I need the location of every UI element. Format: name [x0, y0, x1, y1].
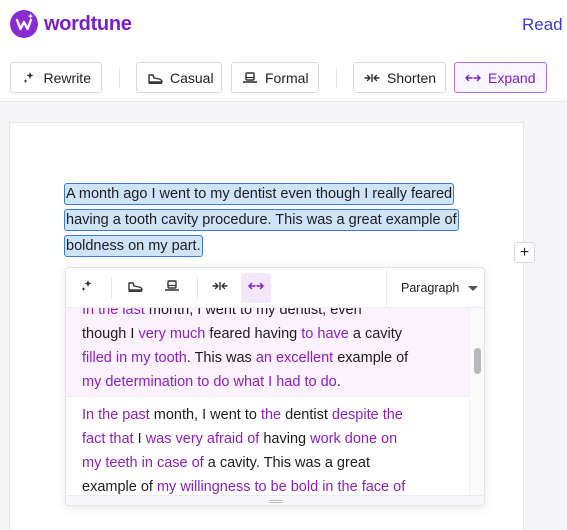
unchanged-text: having	[259, 431, 311, 447]
formal-button[interactable]: Formal	[231, 62, 319, 93]
changed-text: In the last	[82, 308, 145, 318]
shorten-arrows-icon	[211, 279, 229, 297]
suggestion-list[interactable]: In the last month, I went to my dentist,…	[66, 308, 484, 495]
suggestion-scrollbar[interactable]	[469, 308, 484, 495]
sparkle-icon	[21, 70, 37, 86]
unchanged-text: .	[336, 374, 341, 390]
chevron-down-icon	[468, 285, 479, 291]
app-header: wordtune Read &	[0, 0, 567, 52]
changed-text: to have	[301, 326, 349, 342]
grip-icon	[270, 500, 282, 503]
sparkle-icon	[80, 279, 94, 298]
unchanged-text: though I	[82, 326, 139, 342]
unchanged-text: feared having	[205, 326, 302, 342]
suggestion-item[interactable]: In the past month, I went to the dentist…	[66, 396, 469, 495]
unchanged-text: example of	[82, 479, 157, 495]
shorten-label: Shorten	[387, 69, 437, 86]
unchanged-text: example of	[333, 350, 409, 366]
mode-dropdown[interactable]: Paragraph	[386, 268, 484, 308]
popup-divider	[197, 277, 198, 299]
toolbar-divider	[119, 68, 120, 88]
expand-arrows-icon	[247, 279, 265, 297]
changed-text: work done on	[310, 431, 398, 447]
rewrite-button[interactable]: Rewrite	[10, 62, 102, 93]
top-hat-icon	[242, 70, 258, 86]
rewrite-toolbar: Rewrite Casual Formal Shorten Expand	[0, 52, 567, 102]
sneaker-icon	[127, 279, 143, 298]
shorten-arrows-icon	[364, 70, 380, 86]
unchanged-text: I	[133, 431, 146, 447]
unchanged-text: month, I went to my dentist, even	[144, 308, 362, 318]
sneaker-icon	[147, 70, 163, 86]
popup-shorten-button[interactable]	[205, 273, 235, 303]
wordtune-logo[interactable]: wordtune	[10, 10, 132, 38]
suggestion-item[interactable]: In the last month, I went to my dentist,…	[66, 308, 469, 396]
expand-button[interactable]: Expand	[454, 62, 547, 93]
changed-text: despite the	[331, 407, 403, 423]
popup-casual-button[interactable]	[120, 273, 150, 303]
changed-text: an excellent	[255, 350, 334, 366]
changed-text: my teeth in case of	[82, 455, 204, 471]
formal-label: Formal	[265, 69, 309, 86]
resize-grip[interactable]	[66, 495, 484, 505]
top-hat-icon	[164, 279, 180, 298]
popup-formal-button[interactable]	[157, 273, 187, 303]
suggestions-popup: Paragraph In the last month, I went to m…	[65, 267, 485, 506]
changed-text: the	[260, 407, 282, 423]
changed-text: very much	[138, 326, 206, 342]
add-block-button[interactable]: +	[514, 242, 535, 263]
scrollbar-thumb[interactable]	[474, 348, 481, 374]
selected-line: having a tooth cavity procedure. This wa…	[64, 209, 459, 231]
wordtune-logo-icon	[10, 10, 38, 38]
selected-line: A month ago I went to my dentist even th…	[63, 183, 455, 205]
popup-rewrite-button[interactable]	[72, 273, 102, 303]
changed-text: In the past	[82, 407, 150, 423]
shorten-button[interactable]: Shorten	[353, 62, 446, 93]
popup-toolbar: Paragraph	[66, 268, 484, 308]
toolbar-divider	[336, 68, 337, 88]
unchanged-text: a cavity	[348, 326, 403, 342]
casual-label: Casual	[170, 69, 214, 86]
changed-text: fact that	[82, 431, 134, 447]
brand-name: wordtune	[44, 12, 132, 35]
popup-divider	[111, 277, 112, 299]
expand-label: Expand	[488, 69, 536, 86]
changed-text: my willingness to be bold in the face of	[156, 479, 406, 495]
expand-arrows-icon	[465, 70, 481, 86]
unchanged-text: month, I went to	[149, 407, 261, 423]
rewrite-label: Rewrite	[43, 69, 91, 86]
selected-paragraph[interactable]: A month ago I went to my dentist even th…	[63, 181, 470, 259]
unchanged-text: dentist	[281, 407, 332, 423]
changed-text: was very afraid of	[145, 431, 260, 447]
mode-dropdown-label: Paragraph	[401, 281, 460, 295]
unchanged-text: a cavity. This was a great	[203, 455, 370, 471]
popup-expand-button[interactable]	[241, 273, 271, 303]
changed-text: filled in my tooth	[82, 350, 187, 366]
unchanged-text: . This was	[186, 350, 256, 366]
selected-line: boldness on my part.	[64, 235, 203, 257]
changed-text: my determination to do what I had to do	[82, 374, 337, 390]
casual-button[interactable]: Casual	[136, 62, 222, 93]
read-link[interactable]: Read &	[522, 15, 567, 35]
